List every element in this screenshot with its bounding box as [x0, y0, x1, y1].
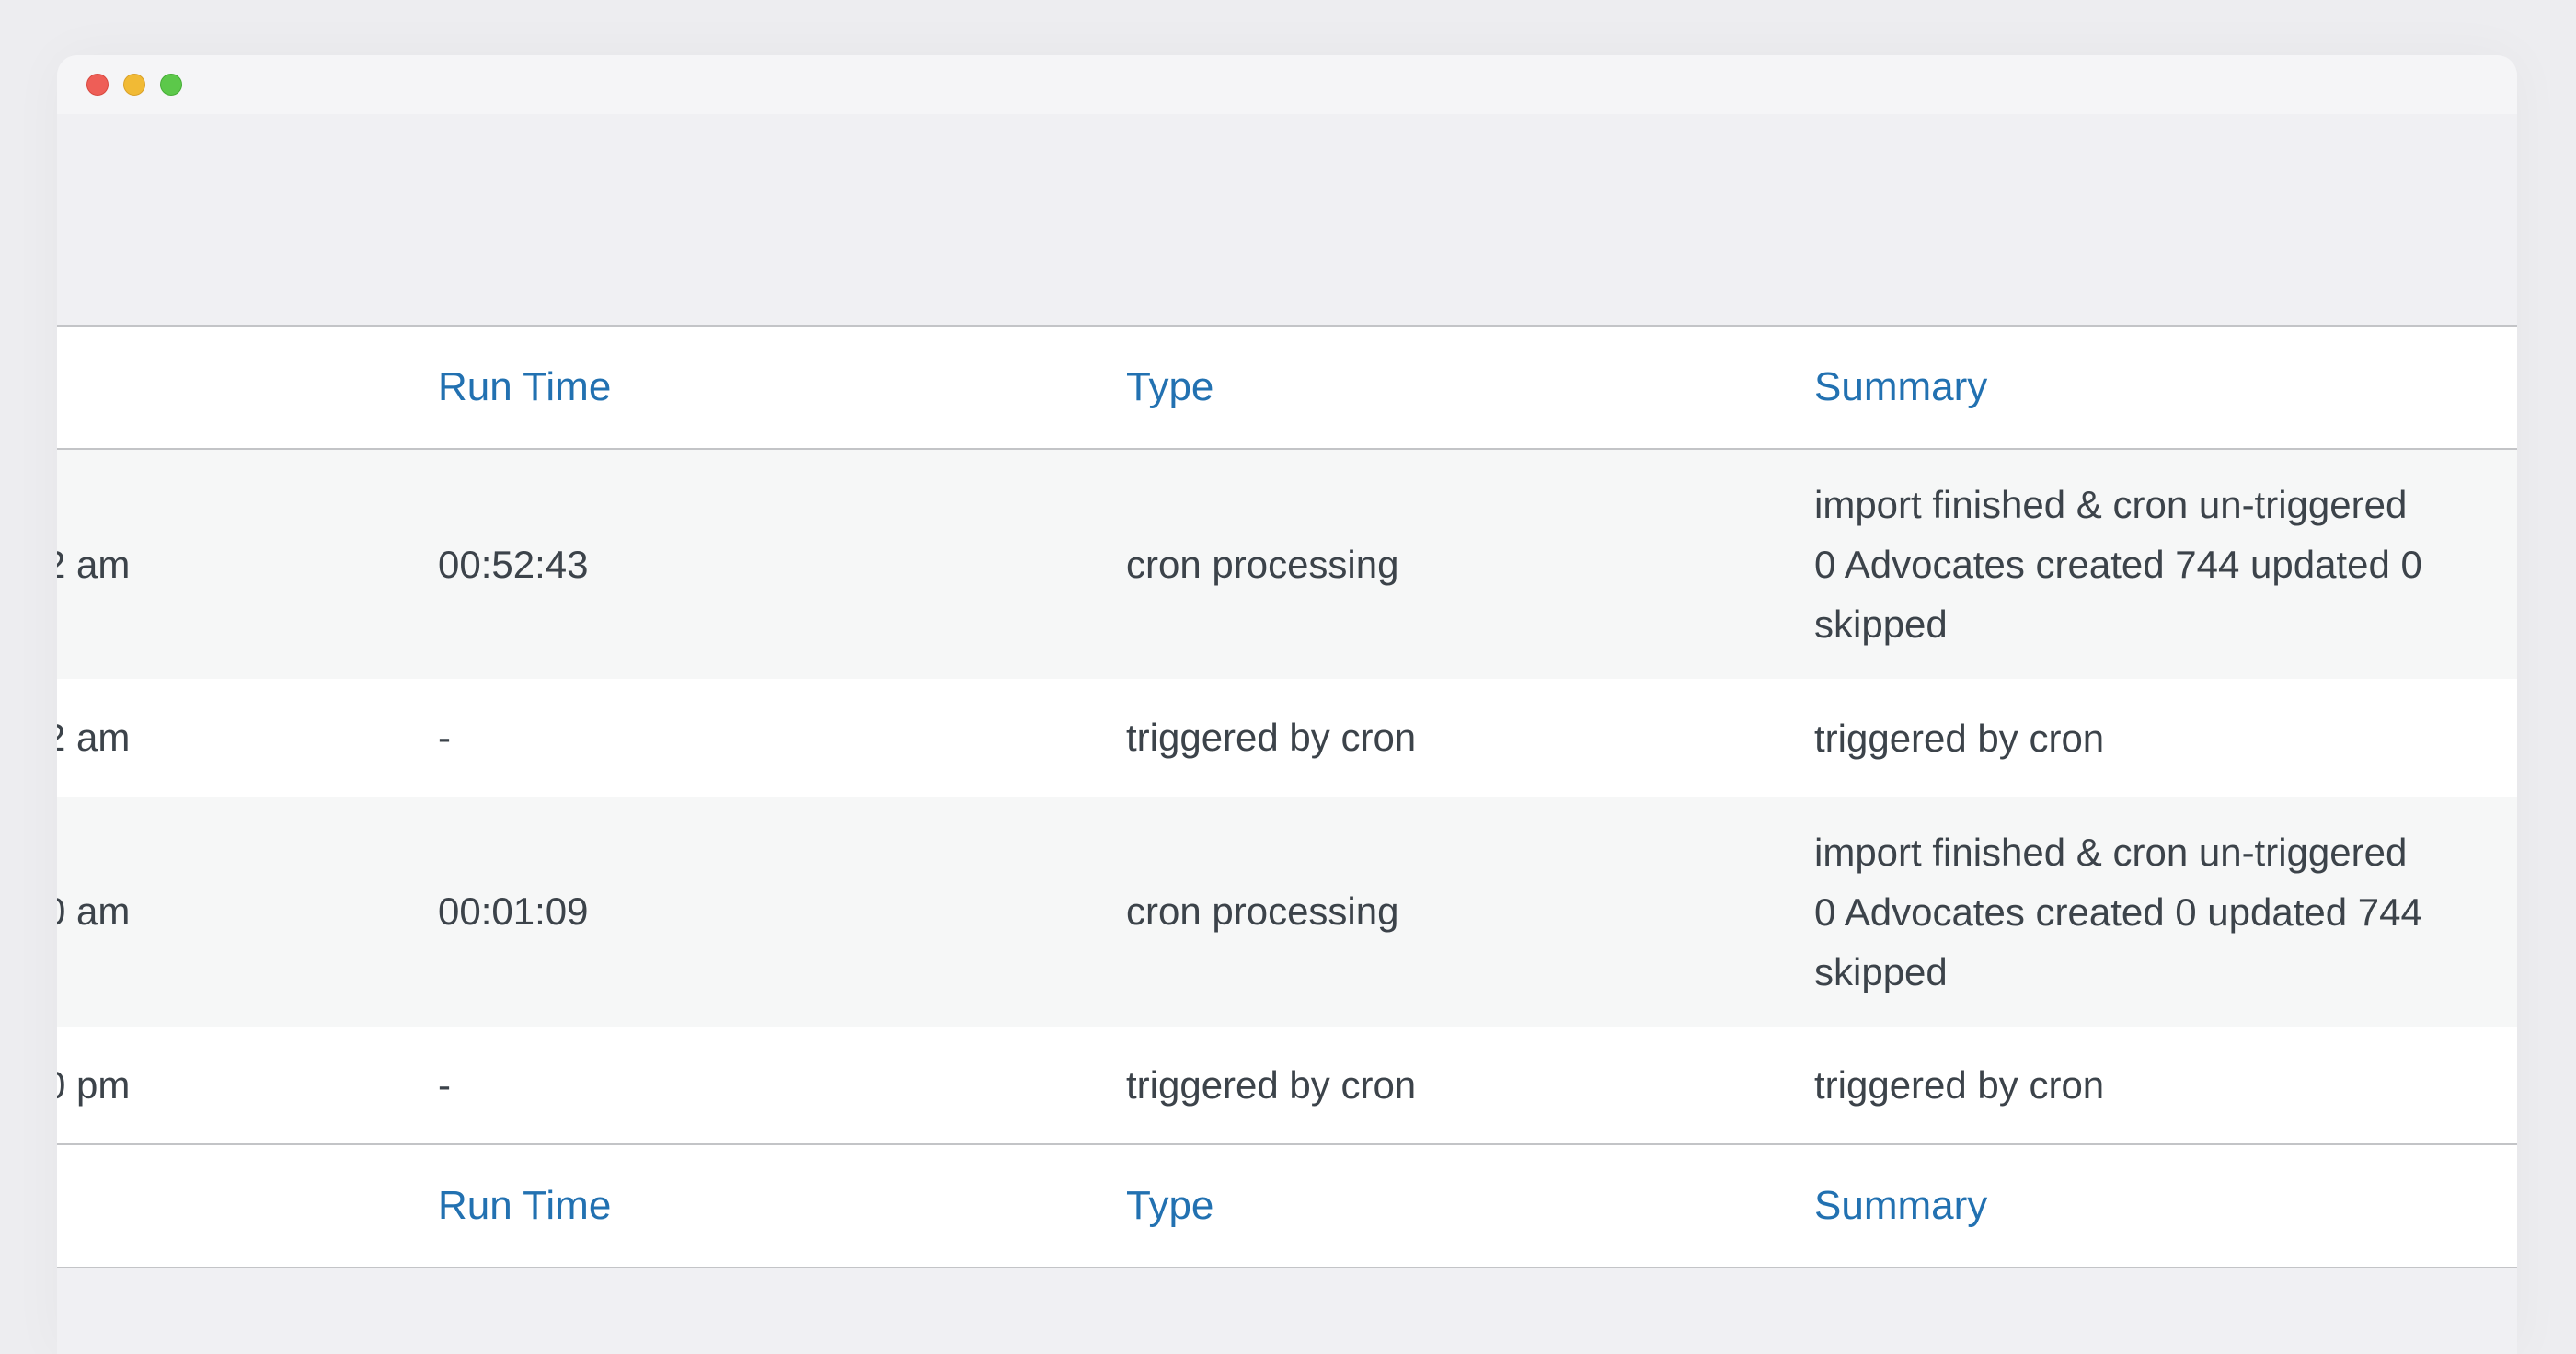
- date-text: 0 pm: [57, 1062, 131, 1107]
- run-time-cell: 00:52:43: [438, 542, 589, 586]
- date-text: 2 am: [57, 542, 131, 586]
- summary-line: 0 Advocates created 0 updated 744: [1814, 889, 2422, 934]
- summary-line: skipped: [1814, 949, 1948, 993]
- column-footer-summary[interactable]: Summary: [1814, 1143, 2517, 1268]
- run-time-sort-link[interactable]: Run Time: [438, 1183, 611, 1228]
- column-header-type[interactable]: Type: [1126, 325, 1814, 450]
- table-row: 2 am - triggered by cron triggered by cr…: [57, 679, 2517, 797]
- window-titlebar: [57, 55, 2517, 115]
- table-row: 0 pm - triggered by cron triggered by cr…: [57, 1027, 2517, 1144]
- date-text: 0 am: [57, 889, 131, 933]
- run-time-cell: -: [438, 716, 451, 759]
- summary-sort-link[interactable]: Summary: [1814, 1183, 1987, 1228]
- type-sort-link[interactable]: Type: [1126, 1183, 1213, 1228]
- summary-cell: import finished & cron un-triggered 0 Ad…: [1814, 449, 2517, 679]
- summary-sort-link[interactable]: Summary: [1814, 364, 1987, 409]
- date-cell: 2 am: [57, 679, 438, 797]
- date-cell: 0 am: [57, 797, 438, 1027]
- column-footer-type[interactable]: Type: [1126, 1143, 1814, 1268]
- column-header-date: [57, 325, 438, 450]
- column-footer-date: [57, 1143, 438, 1268]
- date-text: 2 am: [57, 716, 131, 759]
- summary-line: skipped: [1814, 602, 1948, 646]
- date-cell: 2 am: [57, 449, 438, 679]
- type-cell: triggered by cron: [1126, 716, 1417, 759]
- type-sort-link[interactable]: Type: [1126, 364, 1213, 409]
- run-time-sort-link[interactable]: Run Time: [438, 364, 611, 409]
- column-header-summary[interactable]: Summary: [1814, 325, 2517, 450]
- summary-line: import finished & cron un-triggered: [1814, 830, 2408, 874]
- summary-cell: triggered by cron: [1814, 679, 2517, 797]
- type-cell: cron processing: [1126, 889, 1399, 933]
- run-time-cell: -: [438, 1062, 451, 1107]
- import-log-table: Run Time Type Summary 2 am 00:52:43 cron…: [57, 325, 2517, 1268]
- table-row: 2 am 00:52:43 cron processing import fin…: [57, 449, 2517, 679]
- maximize-window-icon[interactable]: [160, 74, 182, 96]
- run-time-cell: 00:01:09: [438, 889, 589, 933]
- summary-line: triggered by cron: [1814, 1063, 2105, 1107]
- summary-cell: import finished & cron un-triggered 0 Ad…: [1814, 797, 2517, 1027]
- minimize-window-icon[interactable]: [123, 74, 145, 96]
- summary-line: 0 Advocates created 744 updated 0: [1814, 543, 2422, 586]
- summary-line: triggered by cron: [1814, 716, 2105, 760]
- type-cell: cron processing: [1126, 542, 1399, 586]
- close-window-icon[interactable]: [86, 74, 109, 96]
- table-footer-row: Run Time Type Summary: [57, 1143, 2517, 1268]
- table-header-row: Run Time Type Summary: [57, 325, 2517, 450]
- browser-window: Run Time Type Summary 2 am 00:52:43 cron…: [57, 55, 2517, 1354]
- table-row: 0 am 00:01:09 cron processing import fin…: [57, 797, 2517, 1027]
- date-cell: 0 pm: [57, 1027, 438, 1144]
- summary-cell: triggered by cron: [1814, 1027, 2517, 1144]
- column-header-run-time[interactable]: Run Time: [438, 325, 1126, 450]
- summary-line: import finished & cron un-triggered: [1814, 483, 2408, 526]
- page-content: Run Time Type Summary 2 am 00:52:43 cron…: [57, 114, 2517, 1354]
- column-footer-run-time[interactable]: Run Time: [438, 1143, 1126, 1268]
- type-cell: triggered by cron: [1126, 1062, 1417, 1107]
